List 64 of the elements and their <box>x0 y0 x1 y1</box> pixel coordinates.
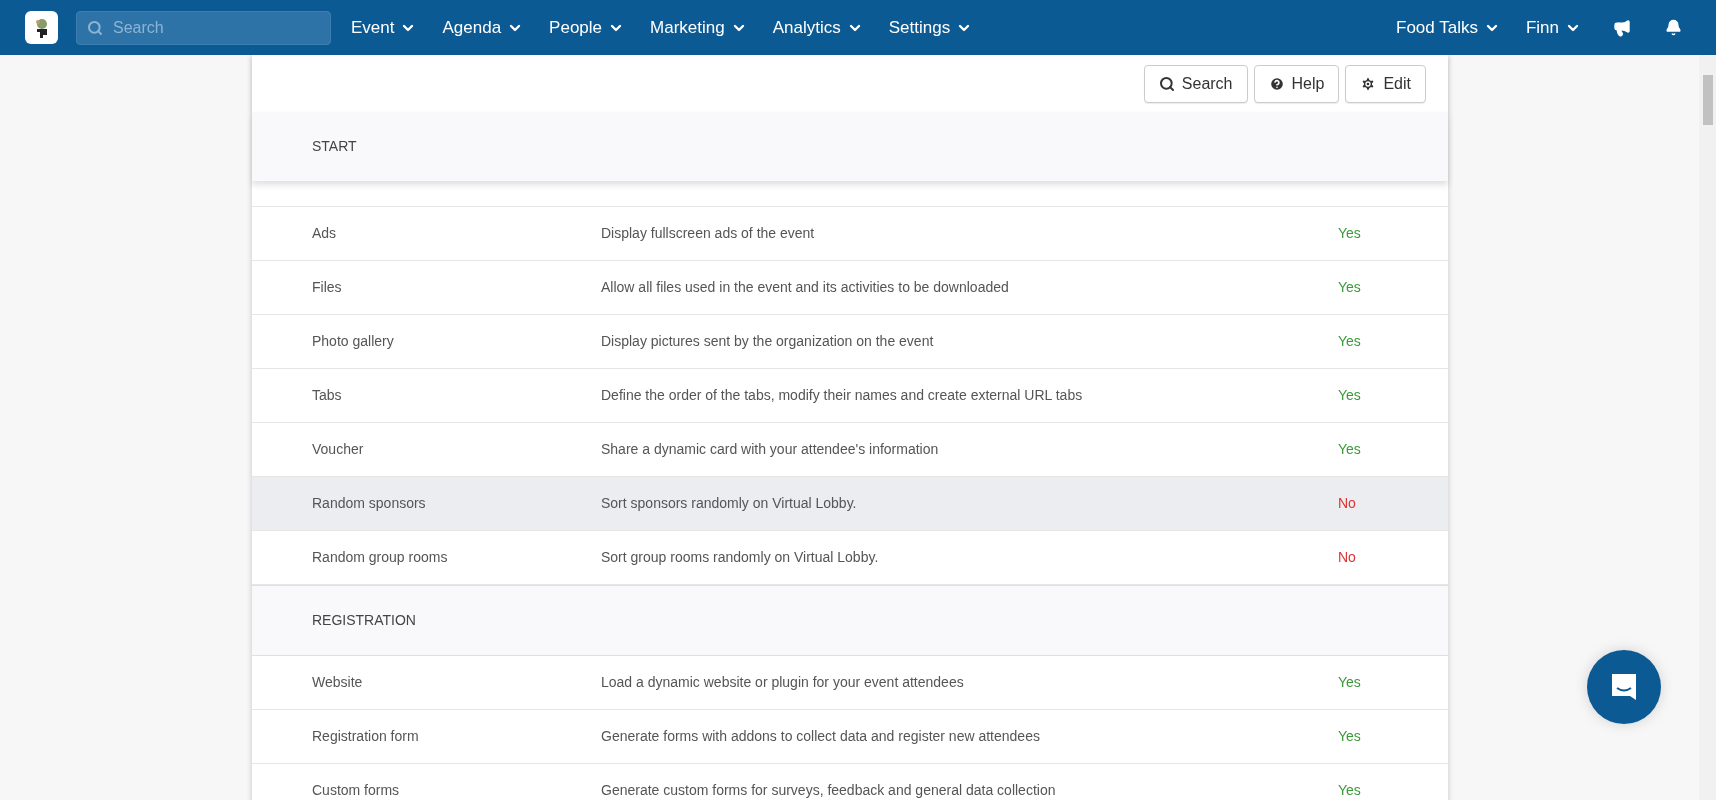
feature-status: Yes <box>1338 673 1361 692</box>
feature-status: Yes <box>1338 332 1361 351</box>
scrollbar-thumb[interactable] <box>1702 75 1713 125</box>
feature-description: Display fullscreen ads of the event <box>601 224 816 243</box>
feature-description: Allow all files used in the event and its activities to be downloaded <box>601 278 1010 297</box>
feature-name: Custom forms <box>311 781 401 800</box>
table-row[interactable]: Voucher Share a dynamic card with your attendee's information Yes <box>252 423 1448 477</box>
feature-name: Ads <box>311 224 338 243</box>
table-row[interactable]: Tabs Define the order of the tabs, modify their names and create external URL tabs Yes <box>252 369 1448 423</box>
nav-menu[interactable]: People <box>549 14 625 41</box>
table-row[interactable]: Registration form Generate forms with addons to collect data and register new attendees Yes <box>252 710 1448 764</box>
feature-name: Tabs <box>311 386 343 405</box>
toolbar-button[interactable]: Edit <box>1345 64 1426 103</box>
nav-menu[interactable]: Settings <box>888 14 973 41</box>
search-icon <box>1158 75 1175 92</box>
feature-status: Yes <box>1338 727 1361 746</box>
feature-name: Files <box>311 278 343 297</box>
toolbar-button[interactable]: Help <box>1253 64 1340 103</box>
table-row[interactable]: Website Load a dynamic website or plugin for your event attendees Yes <box>252 656 1448 710</box>
feature-name: Photo gallery <box>311 332 395 351</box>
feature-description: Sort sponsors randomly on Virtual Lobby. <box>601 494 858 513</box>
feature-name: Website <box>311 673 364 692</box>
feature-name: Registration form <box>311 727 420 746</box>
settings-icon <box>1360 75 1377 92</box>
table-row[interactable]: Random group rooms Sort group rooms randomly on Virtual Lobby. No <box>252 531 1448 585</box>
megaphone-icon[interactable] <box>1613 18 1631 37</box>
table-row[interactable]: Ads Display fullscreen ads of the event Yes <box>252 207 1448 261</box>
toolbar-button[interactable]: Search <box>1143 64 1248 103</box>
nav-menu[interactable]: Event <box>351 14 417 41</box>
nav-menu[interactable]: Analytics <box>772 14 863 41</box>
chat-button[interactable] <box>1587 650 1661 724</box>
feature-description: Define the order of the tabs, modify their names and create external URL tabs <box>601 386 1084 405</box>
table-row[interactable]: Custom forms Generate custom forms for surveys, feedback and general data collection Yes <box>252 764 1448 800</box>
nav-menu[interactable]: Finn <box>1525 14 1581 41</box>
feature-description: Generate forms with addons to collect data and register new attendees <box>601 727 1041 746</box>
nav-menu[interactable]: Agenda <box>442 14 524 41</box>
feature-description: Sort group rooms randomly on Virtual Lobby. <box>601 548 880 567</box>
section-title: REGISTRATION <box>312 611 416 630</box>
table-row[interactable]: Random sponsors Sort sponsors randomly on Virtual Lobby. No <box>252 477 1448 531</box>
table-row[interactable]: Files Allow all files used in the event and its activities to be downloaded Yes <box>252 261 1448 315</box>
feature-description: Load a dynamic website or plugin for your event attendees <box>601 673 965 692</box>
feature-status: Yes <box>1338 278 1361 297</box>
feature-status: No <box>1338 494 1356 513</box>
feature-status: Yes <box>1338 440 1361 459</box>
feature-status: Yes <box>1338 781 1361 800</box>
app-logo[interactable] <box>25 11 58 44</box>
chat-icon <box>1609 672 1639 702</box>
feature-status: Yes <box>1338 224 1361 243</box>
section-title: START <box>312 137 357 156</box>
feature-name: Random sponsors <box>311 494 427 513</box>
feature-description: Generate custom forms for surveys, feedback and general data collection <box>601 781 1057 800</box>
feature-description: Display pictures sent by the organization on the event <box>601 332 935 351</box>
feature-status: No <box>1338 548 1356 567</box>
feature-name: Voucher <box>311 440 365 459</box>
table-row[interactable]: Photo gallery Display pictures sent by the organization on the event Yes <box>252 315 1448 369</box>
nav-menu[interactable]: Marketing <box>650 14 747 41</box>
nav-menu[interactable]: Food Talks <box>1396 14 1500 41</box>
search-icon <box>87 19 103 36</box>
feature-status: Yes <box>1338 386 1361 405</box>
help-icon <box>1268 75 1285 92</box>
feature-description: Share a dynamic card with your attendee's information <box>601 440 940 459</box>
notification-icon[interactable] <box>1665 19 1682 36</box>
feature-name: Random group rooms <box>311 548 449 567</box>
search-field[interactable]: Search <box>76 10 331 45</box>
